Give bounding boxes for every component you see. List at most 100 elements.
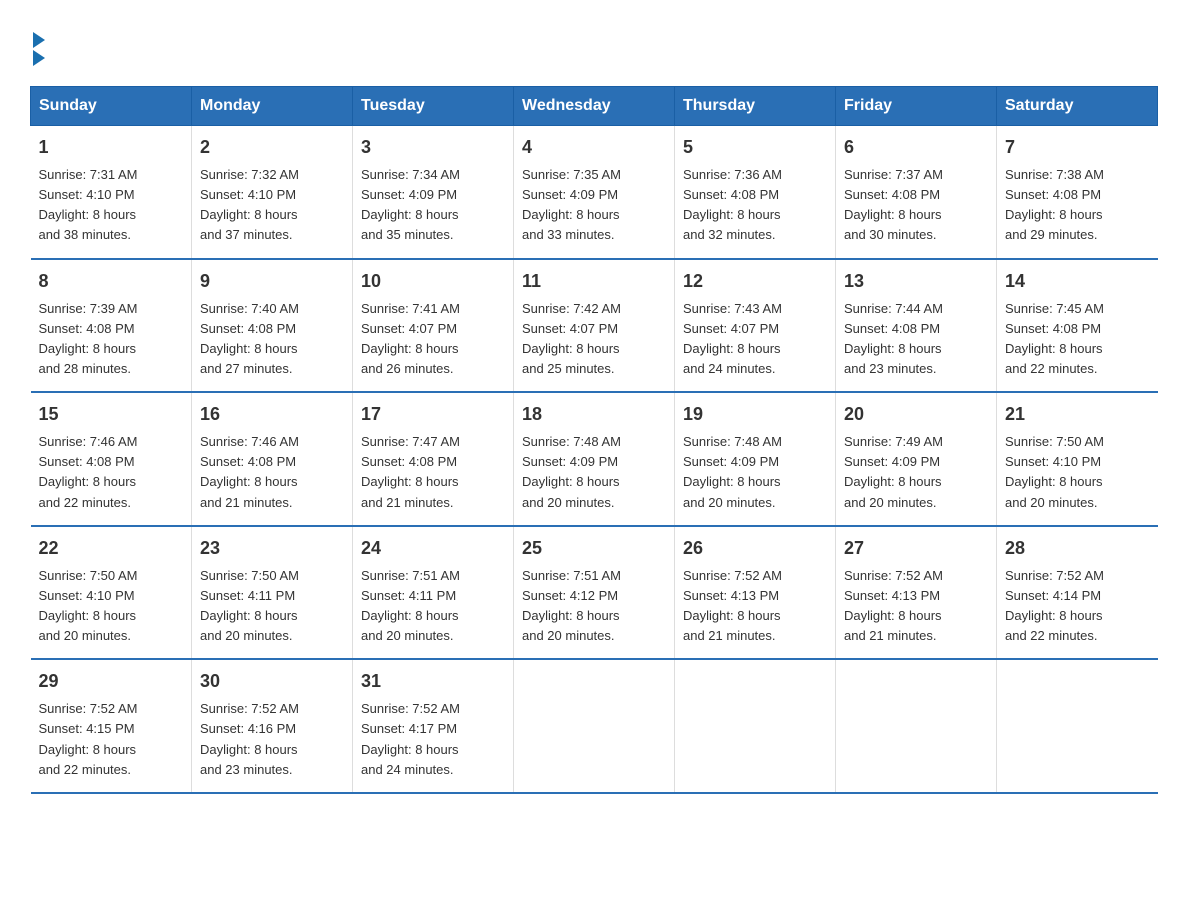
calendar-cell: 28Sunrise: 7:52 AMSunset: 4:14 PMDayligh… — [997, 526, 1158, 660]
day-number: 24 — [361, 535, 505, 562]
calendar-cell: 22 Sunrise: 7:50 AMSunset: 4:10 PMDayligh… — [31, 526, 192, 660]
cell-info: Sunrise: 7:38 AMSunset: 4:08 PMDaylight:… — [1005, 165, 1150, 246]
day-number: 19 — [683, 401, 827, 428]
day-number: 27 — [844, 535, 988, 562]
cell-info: Sunrise: 7:44 AMSunset: 4:08 PMDaylight:… — [844, 299, 988, 380]
calendar-cell — [836, 659, 997, 793]
cell-info: Sunrise: 7:35 AMSunset: 4:09 PMDaylight:… — [522, 165, 666, 246]
calendar-cell: 17 Sunrise: 7:47 AMSunset: 4:08 PMDayligh… — [353, 392, 514, 526]
day-number: 15 — [39, 401, 184, 428]
calendar-cell: 21 Sunrise: 7:50 AMSunset: 4:10 PMDayligh… — [997, 392, 1158, 526]
day-number: 3 — [361, 134, 505, 161]
calendar-cell: 19 Sunrise: 7:48 AMSunset: 4:09 PMDayligh… — [675, 392, 836, 526]
day-number: 2 — [200, 134, 344, 161]
calendar-cell: 29Sunrise: 7:52 AMSunset: 4:15 PMDayligh… — [31, 659, 192, 793]
calendar-cell: 16 Sunrise: 7:46 AMSunset: 4:08 PMDayligh… — [192, 392, 353, 526]
col-header-saturday: Saturday — [997, 87, 1158, 126]
day-number: 20 — [844, 401, 988, 428]
calendar-cell: 10 Sunrise: 7:41 AMSunset: 4:07 PMDayligh… — [353, 259, 514, 393]
day-number: 7 — [1005, 134, 1150, 161]
calendar-cell: 24Sunrise: 7:51 AMSunset: 4:11 PMDayligh… — [353, 526, 514, 660]
calendar-cell: 3 Sunrise: 7:34 AMSunset: 4:09 PMDaylight… — [353, 126, 514, 259]
cell-info: Sunrise: 7:48 AMSunset: 4:09 PMDaylight:… — [522, 432, 666, 513]
cell-info: Sunrise: 7:34 AMSunset: 4:09 PMDaylight:… — [361, 165, 505, 246]
day-number: 4 — [522, 134, 666, 161]
calendar-cell — [675, 659, 836, 793]
cell-info: Sunrise: 7:37 AMSunset: 4:08 PMDaylight:… — [844, 165, 988, 246]
day-number: 18 — [522, 401, 666, 428]
cell-info: Sunrise: 7:46 AMSunset: 4:08 PMDaylight:… — [39, 432, 184, 513]
cell-info: Sunrise: 7:50 AMSunset: 4:10 PMDaylight:… — [39, 566, 184, 647]
calendar-cell: 8 Sunrise: 7:39 AMSunset: 4:08 PMDaylight… — [31, 259, 192, 393]
day-number: 25 — [522, 535, 666, 562]
day-number: 12 — [683, 268, 827, 295]
cell-info: Sunrise: 7:40 AMSunset: 4:08 PMDaylight:… — [200, 299, 344, 380]
cell-info: Sunrise: 7:41 AMSunset: 4:07 PMDaylight:… — [361, 299, 505, 380]
calendar-week-row: 29Sunrise: 7:52 AMSunset: 4:15 PMDayligh… — [31, 659, 1158, 793]
cell-info: Sunrise: 7:52 AMSunset: 4:17 PMDaylight:… — [361, 699, 505, 780]
day-number: 17 — [361, 401, 505, 428]
calendar-cell: 9 Sunrise: 7:40 AMSunset: 4:08 PMDaylight… — [192, 259, 353, 393]
day-number: 26 — [683, 535, 827, 562]
calendar-cell: 12 Sunrise: 7:43 AMSunset: 4:07 PMDayligh… — [675, 259, 836, 393]
page-header — [30, 20, 1158, 66]
day-number: 21 — [1005, 401, 1150, 428]
calendar-cell: 20 Sunrise: 7:49 AMSunset: 4:09 PMDayligh… — [836, 392, 997, 526]
day-number: 8 — [39, 268, 184, 295]
cell-info: Sunrise: 7:52 AMSunset: 4:13 PMDaylight:… — [683, 566, 827, 647]
col-header-thursday: Thursday — [675, 87, 836, 126]
day-number: 29 — [39, 668, 184, 695]
col-header-tuesday: Tuesday — [353, 87, 514, 126]
calendar-week-row: 22 Sunrise: 7:50 AMSunset: 4:10 PMDayligh… — [31, 526, 1158, 660]
col-header-sunday: Sunday — [31, 87, 192, 126]
day-number: 22 — [39, 535, 184, 562]
day-number: 16 — [200, 401, 344, 428]
calendar-cell: 23Sunrise: 7:50 AMSunset: 4:11 PMDayligh… — [192, 526, 353, 660]
day-number: 14 — [1005, 268, 1150, 295]
day-number: 31 — [361, 668, 505, 695]
calendar-cell: 4 Sunrise: 7:35 AMSunset: 4:09 PMDaylight… — [514, 126, 675, 259]
col-header-friday: Friday — [836, 87, 997, 126]
day-number: 13 — [844, 268, 988, 295]
day-number: 5 — [683, 134, 827, 161]
cell-info: Sunrise: 7:42 AMSunset: 4:07 PMDaylight:… — [522, 299, 666, 380]
calendar-cell: 2 Sunrise: 7:32 AMSunset: 4:10 PMDaylight… — [192, 126, 353, 259]
calendar-cell: 7 Sunrise: 7:38 AMSunset: 4:08 PMDaylight… — [997, 126, 1158, 259]
calendar-cell: 15 Sunrise: 7:46 AMSunset: 4:08 PMDayligh… — [31, 392, 192, 526]
cell-info: Sunrise: 7:45 AMSunset: 4:08 PMDaylight:… — [1005, 299, 1150, 380]
calendar-table: SundayMondayTuesdayWednesdayThursdayFrid… — [30, 86, 1158, 794]
cell-info: Sunrise: 7:52 AMSunset: 4:16 PMDaylight:… — [200, 699, 344, 780]
calendar-cell: 30 Sunrise: 7:52 AMSunset: 4:16 PMDayligh… — [192, 659, 353, 793]
calendar-week-row: 8 Sunrise: 7:39 AMSunset: 4:08 PMDaylight… — [31, 259, 1158, 393]
day-number: 6 — [844, 134, 988, 161]
calendar-week-row: 1Sunrise: 7:31 AMSunset: 4:10 PMDaylight… — [31, 126, 1158, 259]
cell-info: Sunrise: 7:46 AMSunset: 4:08 PMDaylight:… — [200, 432, 344, 513]
calendar-cell: 18 Sunrise: 7:48 AMSunset: 4:09 PMDayligh… — [514, 392, 675, 526]
cell-info: Sunrise: 7:43 AMSunset: 4:07 PMDaylight:… — [683, 299, 827, 380]
cell-info: Sunrise: 7:52 AMSunset: 4:13 PMDaylight:… — [844, 566, 988, 647]
calendar-cell: 25 Sunrise: 7:51 AMSunset: 4:12 PMDayligh… — [514, 526, 675, 660]
day-number: 28 — [1005, 535, 1150, 562]
cell-info: Sunrise: 7:50 AMSunset: 4:10 PMDaylight:… — [1005, 432, 1150, 513]
calendar-week-row: 15 Sunrise: 7:46 AMSunset: 4:08 PMDayligh… — [31, 392, 1158, 526]
calendar-cell: 14 Sunrise: 7:45 AMSunset: 4:08 PMDayligh… — [997, 259, 1158, 393]
calendar-cell: 1Sunrise: 7:31 AMSunset: 4:10 PMDaylight… — [31, 126, 192, 259]
cell-info: Sunrise: 7:48 AMSunset: 4:09 PMDaylight:… — [683, 432, 827, 513]
col-header-monday: Monday — [192, 87, 353, 126]
calendar-cell: 11Sunrise: 7:42 AMSunset: 4:07 PMDayligh… — [514, 259, 675, 393]
cell-info: Sunrise: 7:49 AMSunset: 4:09 PMDaylight:… — [844, 432, 988, 513]
cell-info: Sunrise: 7:32 AMSunset: 4:10 PMDaylight:… — [200, 165, 344, 246]
cell-info: Sunrise: 7:47 AMSunset: 4:08 PMDaylight:… — [361, 432, 505, 513]
cell-info: Sunrise: 7:31 AMSunset: 4:10 PMDaylight:… — [39, 165, 184, 246]
col-header-wednesday: Wednesday — [514, 87, 675, 126]
calendar-cell: 13 Sunrise: 7:44 AMSunset: 4:08 PMDayligh… — [836, 259, 997, 393]
cell-info: Sunrise: 7:36 AMSunset: 4:08 PMDaylight:… — [683, 165, 827, 246]
cell-info: Sunrise: 7:39 AMSunset: 4:08 PMDaylight:… — [39, 299, 184, 380]
cell-info: Sunrise: 7:51 AMSunset: 4:12 PMDaylight:… — [522, 566, 666, 647]
calendar-cell — [514, 659, 675, 793]
day-number: 10 — [361, 268, 505, 295]
cell-info: Sunrise: 7:50 AMSunset: 4:11 PMDaylight:… — [200, 566, 344, 647]
logo — [30, 30, 45, 66]
day-number: 30 — [200, 668, 344, 695]
day-number: 9 — [200, 268, 344, 295]
